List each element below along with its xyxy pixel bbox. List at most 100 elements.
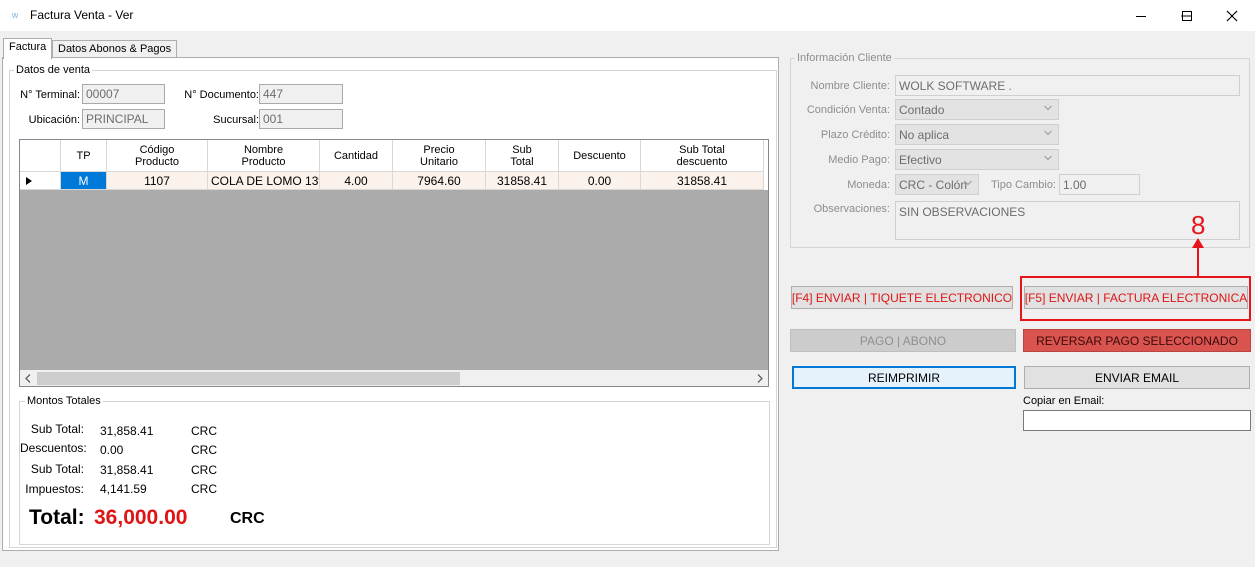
- col-label: Código Producto: [134, 143, 180, 168]
- cell-descuento[interactable]: 0.00: [559, 172, 641, 190]
- subtotal2-value: 31,858.41: [100, 463, 154, 477]
- annotation-arrow-icon: [1192, 238, 1204, 277]
- close-button[interactable]: [1209, 0, 1255, 31]
- subtotal-currency: CRC: [191, 424, 217, 438]
- medio-pago-label: Medio Pago:: [828, 154, 890, 166]
- col-header-subtotal-descuento[interactable]: Sub Total descuento: [641, 140, 764, 172]
- condicion-venta-value: Contado: [899, 103, 945, 117]
- col-header-subtotal[interactable]: Sub Total: [486, 140, 559, 172]
- col-header-precio[interactable]: Precio Unitario: [393, 140, 486, 172]
- row-selector[interactable]: [20, 172, 61, 190]
- cell-cantidad[interactable]: 4.00: [320, 172, 393, 190]
- cell-nombre[interactable]: COLA DE LOMO 13%: [208, 172, 320, 190]
- maximize-button[interactable]: [1164, 0, 1210, 31]
- pago-abono-button[interactable]: PAGO | ABONO: [790, 329, 1016, 352]
- maximize-icon: [1182, 10, 1192, 21]
- medio-pago-value: Efectivo: [899, 153, 942, 167]
- chevron-down-icon: [1044, 105, 1052, 111]
- enviar-factura-button[interactable]: [F5] ENVIAR | FACTURA ELECTRONICA: [1024, 286, 1248, 309]
- close-icon: [1226, 10, 1238, 21]
- col-label: Sub Total descuento: [676, 143, 728, 168]
- copiar-email-label: Copiar en Email:: [1023, 395, 1105, 407]
- impuestos-currency: CRC: [191, 482, 217, 496]
- sucursal-field[interactable]: 001: [259, 109, 343, 129]
- col-header-tp[interactable]: TP: [61, 140, 107, 172]
- minimize-icon: [1136, 15, 1146, 17]
- observaciones-label: Observaciones:: [813, 203, 890, 215]
- descuentos-currency: CRC: [191, 443, 217, 457]
- moneda-label: Moneda:: [847, 179, 890, 191]
- col-header-nombre[interactable]: Nombre Producto: [208, 140, 320, 172]
- annotation-number: 8: [1191, 210, 1206, 240]
- observaciones-field[interactable]: SIN OBSERVACIONES: [895, 201, 1240, 240]
- col-label: Sub Total: [510, 143, 534, 168]
- terminal-field[interactable]: 00007: [82, 84, 165, 104]
- scroll-left-icon[interactable]: [25, 374, 31, 383]
- row-header-corner: [20, 140, 61, 172]
- subtotal2-currency: CRC: [191, 463, 217, 477]
- moneda-select[interactable]: CRC - Colón: [895, 174, 979, 195]
- medio-pago-select[interactable]: Efectivo: [895, 149, 1059, 170]
- plazo-credito-select[interactable]: No aplica: [895, 124, 1059, 145]
- reimprimir-button[interactable]: REIMPRIMIR: [792, 366, 1016, 389]
- tab-factura[interactable]: Factura: [3, 38, 53, 59]
- impuestos-value: 4,141.59: [100, 482, 147, 496]
- copiar-email-input[interactable]: [1023, 410, 1251, 431]
- total-label: Total:: [29, 506, 85, 529]
- montos-totales-label: Montos Totales: [25, 395, 103, 407]
- scroll-right-icon[interactable]: [757, 374, 763, 383]
- informacion-cliente-label: Información Cliente: [795, 52, 894, 64]
- terminal-label: N° Terminal:: [20, 89, 80, 101]
- tipo-cambio-label: Tipo Cambio:: [990, 179, 1056, 191]
- cell-subtotal-descuento[interactable]: 31858.41: [641, 172, 764, 190]
- condicion-venta-label: Condición Venta:: [806, 104, 890, 116]
- descuentos-label: Descuentos:: [20, 441, 87, 455]
- documento-field[interactable]: 447: [259, 84, 343, 104]
- subtotal-label: Sub Total:: [30, 422, 84, 436]
- chevron-down-icon: [964, 180, 972, 186]
- impuestos-label: Impuestos:: [25, 482, 84, 496]
- col-label: Descuento: [573, 149, 626, 162]
- plazo-credito-value: No aplica: [899, 128, 950, 142]
- reversar-pago-button[interactable]: REVERSAR PAGO SELECCIONADO: [1023, 329, 1251, 352]
- col-label: Precio Unitario: [420, 143, 458, 168]
- horizontal-scrollbar[interactable]: [20, 370, 768, 386]
- enviar-email-button[interactable]: ENVIAR EMAIL: [1024, 366, 1250, 389]
- chevron-down-icon: [1044, 130, 1052, 136]
- col-header-codigo[interactable]: Código Producto: [107, 140, 208, 172]
- cell-subtotal[interactable]: 31858.41: [486, 172, 559, 190]
- col-label: Nombre Producto: [241, 143, 286, 168]
- moneda-value: CRC - Colón: [899, 178, 968, 192]
- window-title: Factura Venta - Ver: [30, 8, 134, 22]
- app-icon: w: [11, 10, 19, 20]
- nombre-cliente-label: Nombre Cliente:: [810, 80, 890, 92]
- cell-codigo[interactable]: 1107: [107, 172, 208, 190]
- col-label: TP: [76, 149, 91, 162]
- condicion-venta-select[interactable]: Contado: [895, 99, 1059, 120]
- plazo-credito-label: Plazo Crédito:: [820, 129, 890, 141]
- col-header-descuento[interactable]: Descuento: [559, 140, 641, 172]
- scrollbar-thumb[interactable]: [37, 372, 460, 385]
- minimize-button[interactable]: [1118, 0, 1164, 31]
- ubicacion-field[interactable]: PRINCIPAL: [82, 109, 165, 129]
- tipo-cambio-field[interactable]: 1.00: [1059, 174, 1140, 195]
- cell-tp[interactable]: M: [61, 172, 107, 190]
- documento-label: N° Documento:: [184, 89, 259, 101]
- enviar-tiquete-button[interactable]: [F4] ENVIAR | TIQUETE ELECTRONICO: [791, 286, 1013, 309]
- ubicacion-label: Ubicación:: [28, 114, 80, 126]
- cell-precio[interactable]: 7964.60: [393, 172, 486, 190]
- total-currency: CRC: [230, 510, 265, 527]
- grid-header: TP Código Producto Nombre Producto Canti…: [20, 140, 768, 172]
- subtotal-value: 31,858.41: [100, 424, 154, 438]
- table-row[interactable]: M 1107 COLA DE LOMO 13% 4.00 7964.60 318…: [20, 172, 768, 190]
- sucursal-label: Sucursal:: [213, 114, 259, 126]
- nombre-cliente-field[interactable]: WOLK SOFTWARE .: [895, 75, 1240, 96]
- col-label: Cantidad: [333, 149, 379, 162]
- datos-venta-label: Datos de venta: [14, 64, 92, 76]
- title-bar: w Factura Venta - Ver: [0, 0, 1255, 31]
- current-row-arrow-icon: [26, 176, 32, 185]
- subtotal2-label: Sub Total:: [30, 462, 84, 476]
- col-header-cantidad[interactable]: Cantidad: [320, 140, 393, 172]
- total-value: 36,000.00: [94, 506, 188, 529]
- products-grid[interactable]: TP Código Producto Nombre Producto Canti…: [19, 139, 769, 387]
